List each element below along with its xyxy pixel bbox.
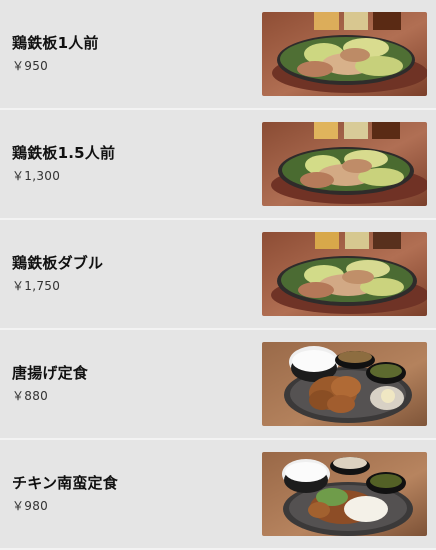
menu-item[interactable]: 唐揚げ定食 ￥880 xyxy=(0,330,436,440)
teppan-chicken-plate-image[interactable] xyxy=(262,122,427,206)
menu-item-price: ￥880 xyxy=(12,389,49,404)
karaage-set-meal-image[interactable] xyxy=(262,342,427,426)
menu-item-price: ￥1,300 xyxy=(12,169,61,184)
menu-item[interactable]: 鶏鉄板1.5人前 ￥1,300 xyxy=(0,110,436,220)
menu-item-text: チキン南蛮定食 ￥980 xyxy=(12,474,262,513)
menu-item-name: 唐揚げ定食 xyxy=(12,364,89,383)
menu-item-text: 鶏鉄板1人前 ￥950 xyxy=(12,34,262,73)
menu-item-text: 鶏鉄板ダブル ￥1,750 xyxy=(12,254,262,293)
menu-item-price: ￥1,750 xyxy=(12,279,61,294)
menu-item-name: 鶏鉄板1人前 xyxy=(12,34,99,53)
menu-item-text: 唐揚げ定食 ￥880 xyxy=(12,364,262,403)
menu-item-price: ￥980 xyxy=(12,499,49,514)
menu-item-text: 鶏鉄板1.5人前 ￥1,300 xyxy=(12,144,262,183)
menu-list: 鶏鉄板1人前 ￥950 鶏鉄板1.5人前 ￥1,300 鶏鉄板ダブル ￥1,75… xyxy=(0,0,436,550)
menu-item[interactable]: 鶏鉄板1人前 ￥950 xyxy=(0,0,436,110)
menu-item-name: 鶏鉄板ダブル xyxy=(12,254,104,273)
menu-item-name: 鶏鉄板1.5人前 xyxy=(12,144,116,163)
menu-item-name: チキン南蛮定食 xyxy=(12,474,118,493)
teppan-chicken-plate-image[interactable] xyxy=(262,232,427,316)
menu-item[interactable]: 鶏鉄板ダブル ￥1,750 xyxy=(0,220,436,330)
teppan-chicken-plate-image[interactable] xyxy=(262,12,427,96)
chicken-nanban-set-meal-image[interactable] xyxy=(262,452,427,536)
menu-item[interactable]: チキン南蛮定食 ￥980 xyxy=(0,440,436,550)
menu-item-price: ￥950 xyxy=(12,59,49,74)
